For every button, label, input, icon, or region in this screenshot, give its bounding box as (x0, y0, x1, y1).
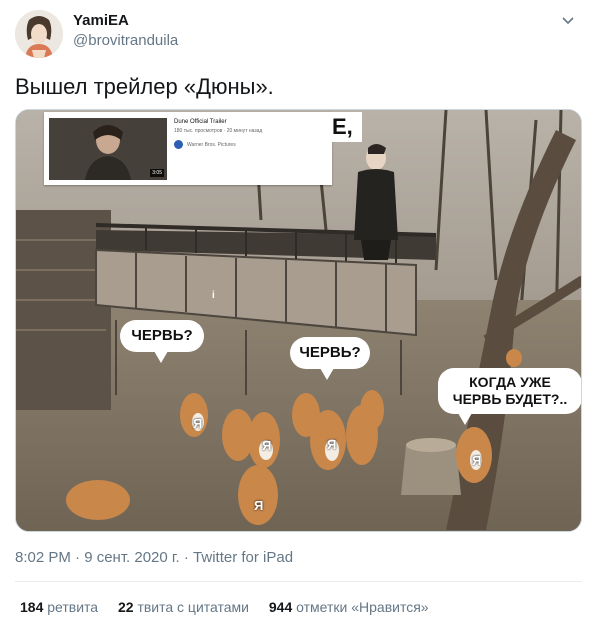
speech-bubble-1: ЧЕРВЬ? (120, 320, 204, 363)
youtube-card[interactable]: 3:05 Dune Official Trailer 180 тыс. прос… (44, 112, 332, 185)
tweet-text: Вышел трейлер «Дюны». (15, 74, 274, 99)
quotes-count: 22 (117, 599, 134, 615)
speech-bubble-1-text: ЧЕРВЬ? (131, 327, 193, 344)
speech-bubble-3-line-1: КОГДА УЖЕ (469, 374, 551, 390)
speech-bubble-2: ЧЕРВЬ? (290, 337, 370, 380)
retweets-label: ретвита (47, 599, 99, 615)
video-thumbnail[interactable]: 3:05 (49, 118, 167, 180)
tweet-stats: 184 ретвита 22 твита с цитатами 944 отме… (20, 599, 445, 615)
speech-bubble-3-line-2: ЧЕРВЬ БУДЕТ?.. (452, 391, 568, 407)
avatar[interactable] (15, 10, 63, 58)
tweet-photo[interactable]: 3:05 Dune Official Trailer 180 тыс. прос… (15, 109, 582, 532)
video-meta: 180 тыс. просмотров · 20 минут назад (174, 128, 263, 134)
tweet-header: YamiEA @brovitranduila (15, 10, 578, 58)
retweets-count: 184 (20, 599, 44, 615)
fox-label-1: Я (193, 416, 203, 431)
likes-count: 944 (268, 599, 293, 615)
divider-top (15, 581, 582, 582)
speech-bubble-2-text: ЧЕРВЬ? (299, 344, 361, 361)
author-name[interactable]: YamiEA (73, 12, 129, 29)
fox-label-5: Я (254, 498, 264, 513)
video-channel[interactable]: Warner Bros. Pictures (187, 142, 236, 148)
video-title[interactable]: Dune Official Trailer (174, 119, 227, 125)
fox-label-4: Я (472, 453, 482, 468)
author-handle[interactable]: @brovitranduila (73, 32, 178, 49)
fox-label-2: Я (262, 438, 272, 453)
fox-label-3: Я (327, 437, 337, 452)
speech-bubble-3: КОГДА УЖЕ ЧЕРВЬ БУДЕТ?.. (438, 368, 581, 425)
retweets-stat[interactable]: 184 ретвита (20, 599, 98, 615)
tweet-timestamp[interactable]: 8:02 PM · 9 сент. 2020 г. · Twitter for … (15, 549, 293, 566)
quotes-label: твита с цитатами (137, 599, 249, 615)
likes-label: отметки «Нравится» (296, 599, 429, 615)
video-duration: 3:05 (150, 169, 164, 177)
warner-bros-icon (174, 140, 183, 149)
quotes-stat[interactable]: 22 твита с цитатами (118, 599, 249, 615)
overlay-text: Е, (332, 112, 362, 142)
likes-stat[interactable]: 944 отметки «Нравится» (269, 599, 429, 615)
chevron-down-icon[interactable] (560, 12, 576, 28)
person-label: i (212, 290, 215, 301)
